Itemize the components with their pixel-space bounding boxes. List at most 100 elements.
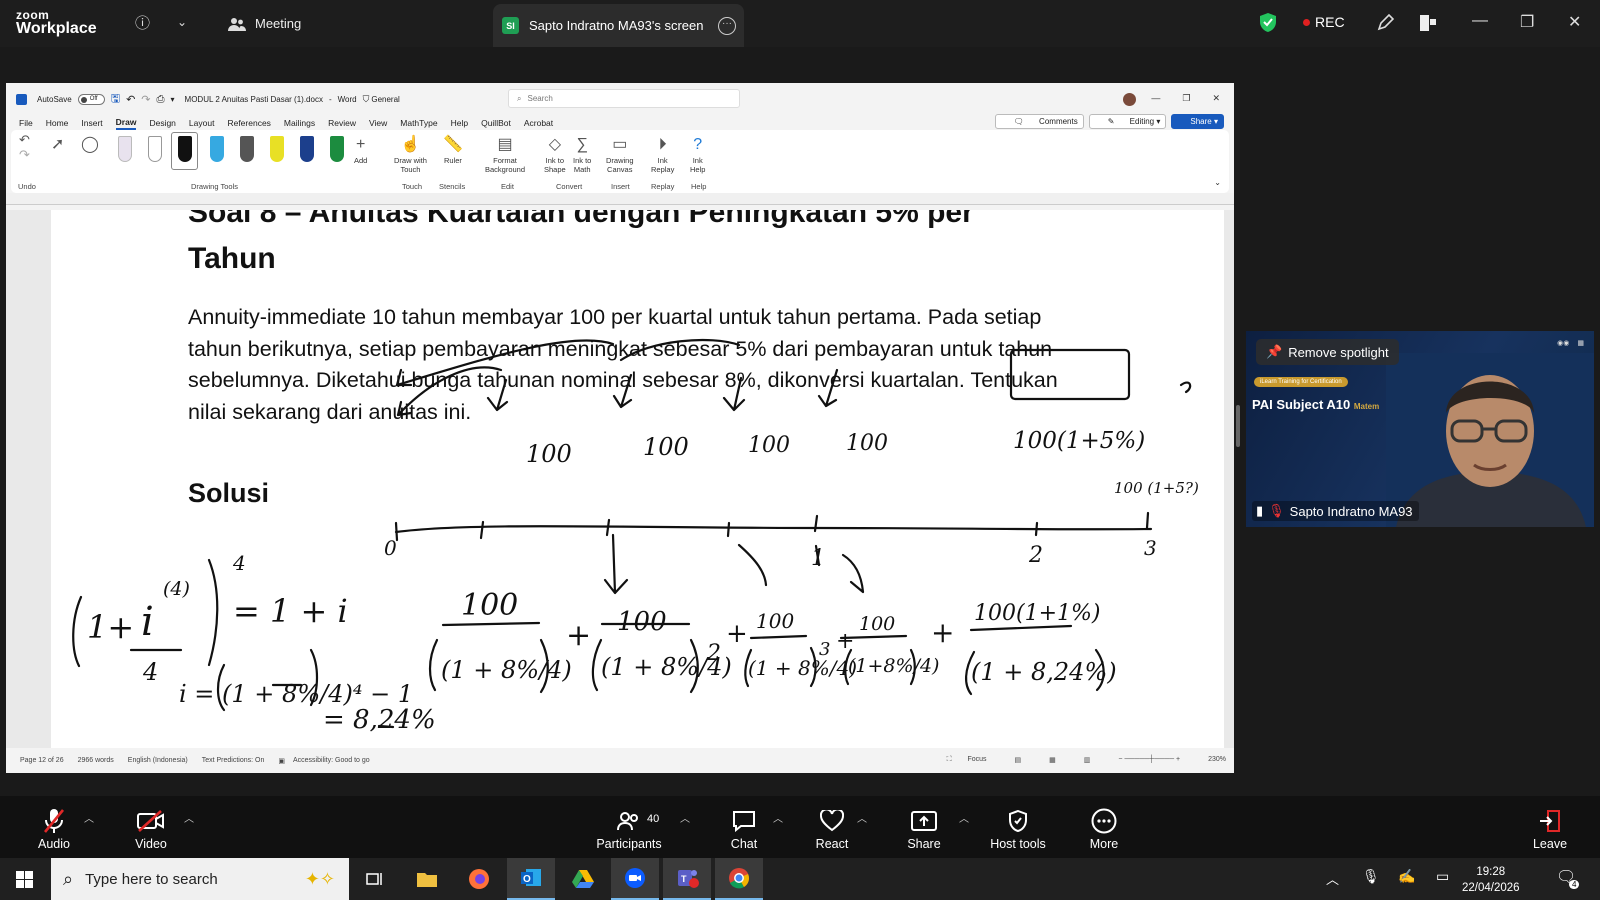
comments-button[interactable]: 🗨 Comments [994,114,1084,129]
video-button[interactable]: Video [111,808,191,851]
tab-view[interactable]: View [369,118,387,128]
react-options-caret[interactable]: ︿ [857,810,867,825]
pen-blue[interactable] [210,136,224,162]
participants-options-caret[interactable]: ︿ [680,810,690,825]
chat-button[interactable]: Chat [704,808,784,851]
zoom-slider[interactable]: − ─────┼──── + [1118,756,1180,764]
share-screen-control-icon[interactable] [1419,14,1437,32]
chrome-icon[interactable] [715,858,763,900]
recording-indicator[interactable]: REC [1303,14,1345,30]
user-avatar[interactable] [1123,93,1136,106]
tab-layout[interactable]: Layout [189,118,215,128]
share-button[interactable]: Share [884,808,964,851]
customize-toolbar-icon[interactable]: ▾ [171,95,175,104]
tab-draw[interactable]: Draw [115,117,137,130]
chat-options-caret[interactable]: ︿ [773,810,783,825]
language-indicator[interactable]: English (Indonesia) [128,757,188,764]
proofing-icon[interactable]: ▣ [278,757,285,765]
draw-with-touch-button[interactable]: ☝ Draw with Touch [394,134,427,174]
google-drive-icon[interactable] [559,858,607,900]
taskbar-search-box[interactable]: ⌕ Type here to search ✦✧ [51,858,349,900]
word-search-box[interactable]: ⌕ Search [508,89,740,108]
undo-icon[interactable]: ↶ [126,93,135,106]
meeting-tab[interactable]: Meeting [228,0,301,47]
horizontal-ruler[interactable] [6,193,1234,205]
ink-to-shape-button[interactable]: ◇ Ink to Shape [544,134,566,174]
tray-display-icon[interactable]: ▭ [1436,868,1449,885]
tab-help[interactable]: Help [451,118,468,128]
ink-help-button[interactable]: ? Ink Help [690,134,705,174]
word-share-button[interactable]: Share ▾ [1171,114,1224,129]
zoom-level[interactable]: 230% [1208,756,1226,764]
ruler-button[interactable]: 📏 Ruler [443,134,463,165]
pencil-gray[interactable] [240,136,254,162]
tab-quillbot[interactable]: QuillBot [481,118,511,128]
focus-button[interactable]: ⛶ Focus [933,756,987,764]
text-predictions[interactable]: Text Predictions: On [202,757,265,764]
tray-mic-icon[interactable]: 🎙 [1362,868,1380,885]
chevron-down-icon[interactable]: ⌄ [177,15,187,29]
close-icon[interactable]: ✕ [1568,12,1581,32]
page-indicator[interactable]: Page 12 of 26 [20,757,64,764]
remove-spotlight-button[interactable]: 📌 Remove spotlight [1256,339,1399,365]
eraser-tool[interactable] [118,136,132,162]
drawing-canvas-button[interactable]: ▭ Drawing Canvas [606,134,634,174]
tab-design[interactable]: Design [149,118,175,128]
video-options-caret[interactable]: ︿ [184,810,194,825]
ink-to-math-button[interactable]: ∑ Ink to Math [573,134,591,174]
tab-home[interactable]: Home [46,118,69,128]
pen-black[interactable] [178,136,192,162]
select-tool[interactable]: ➚ [51,134,64,156]
file-explorer-icon[interactable] [403,858,451,900]
info-icon[interactable]: ⓘ [135,12,150,33]
accessibility-status[interactable]: Accessibility: Good to go [293,757,370,764]
share-options-caret[interactable]: ︿ [959,810,969,825]
pen-green[interactable] [330,136,344,162]
shared-screen-scrollbar[interactable] [1236,405,1240,447]
format-background-button[interactable]: ▤ Format Background [485,134,525,174]
annotate-pen-icon[interactable] [1376,14,1394,32]
collapse-ribbon-icon[interactable]: ⌄ [1214,178,1221,187]
editing-mode-button[interactable]: ✎ Editing ▾ [1088,114,1167,129]
tray-expand-icon[interactable]: ︿ [1326,869,1339,888]
read-mode-icon[interactable]: ▤ [1015,756,1022,764]
taskbar-clock[interactable]: 19:28 22/04/2026 [1462,864,1520,896]
print-preview-icon[interactable]: ⎙ [157,94,165,105]
word-close-icon[interactable]: ✕ [1212,93,1220,104]
audio-button[interactable]: Audio [14,808,94,851]
host-tools-button[interactable]: Host tools [978,808,1058,851]
tab-mailings[interactable]: Mailings [284,118,315,128]
tray-pen-icon[interactable]: ✍ [1398,868,1415,885]
save-icon[interactable]: 🖫 [111,90,120,109]
task-view-icon[interactable] [351,858,399,900]
tab-mathtype[interactable]: MathType [400,118,437,128]
sensitivity-label[interactable]: General [371,95,399,104]
minimize-icon[interactable]: — [1472,12,1488,30]
more-button[interactable]: More [1064,808,1144,851]
print-layout-icon[interactable]: ▦ [1049,756,1056,764]
more-options-icon[interactable]: ··· [718,17,736,35]
add-pen-button[interactable]: + Add [354,134,367,165]
zoom-app-icon[interactable] [611,858,659,900]
web-layout-icon[interactable]: ▥ [1084,756,1091,764]
ink-replay-button[interactable]: ⏵ Ink Replay [651,134,674,174]
teams-icon[interactable]: T [663,858,711,900]
highlighter-yellow[interactable] [270,136,284,162]
document-page[interactable]: Soal 8 – Anuitas Kuartalan dengan Pening… [51,210,1224,748]
security-shield-icon[interactable] [1260,13,1276,32]
redo-icon[interactable]: ↷ [141,93,150,106]
pen-white[interactable] [148,136,162,162]
autosave-toggle[interactable]: Off [77,94,105,105]
ribbon-undo-button[interactable]: ↶ ↷ [19,132,30,162]
tab-insert[interactable]: Insert [81,118,102,128]
tab-acrobat[interactable]: Acrobat [524,118,553,128]
outlook-icon[interactable]: O [507,858,555,900]
firefox-icon[interactable] [455,858,503,900]
spotlight-video[interactable]: ◉◉ ▦ iLearn Training for Certification PA… [1246,331,1594,527]
lasso-tool[interactable]: ◯ [81,134,99,156]
pen-navy[interactable] [300,136,314,162]
shared-screen-tab[interactable]: SI Sapto Indratno MA93's screen ··· [493,4,744,47]
tab-references[interactable]: References [227,118,270,128]
word-minimize-icon[interactable]: — [1151,93,1160,104]
tab-review[interactable]: Review [328,118,356,128]
